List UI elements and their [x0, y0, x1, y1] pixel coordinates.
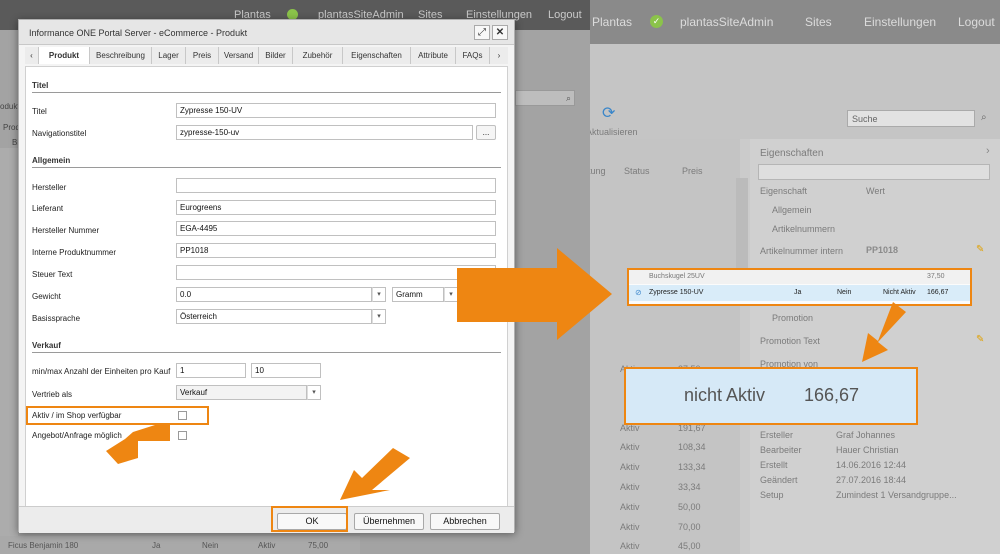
arrow-down-left-icon: [862, 302, 906, 362]
annotation-arrows: [106, 248, 906, 500]
arrow-up-right-icon: [106, 425, 170, 464]
arrow-right-icon: [457, 248, 612, 340]
arrow-down-left-icon: [340, 448, 410, 500]
